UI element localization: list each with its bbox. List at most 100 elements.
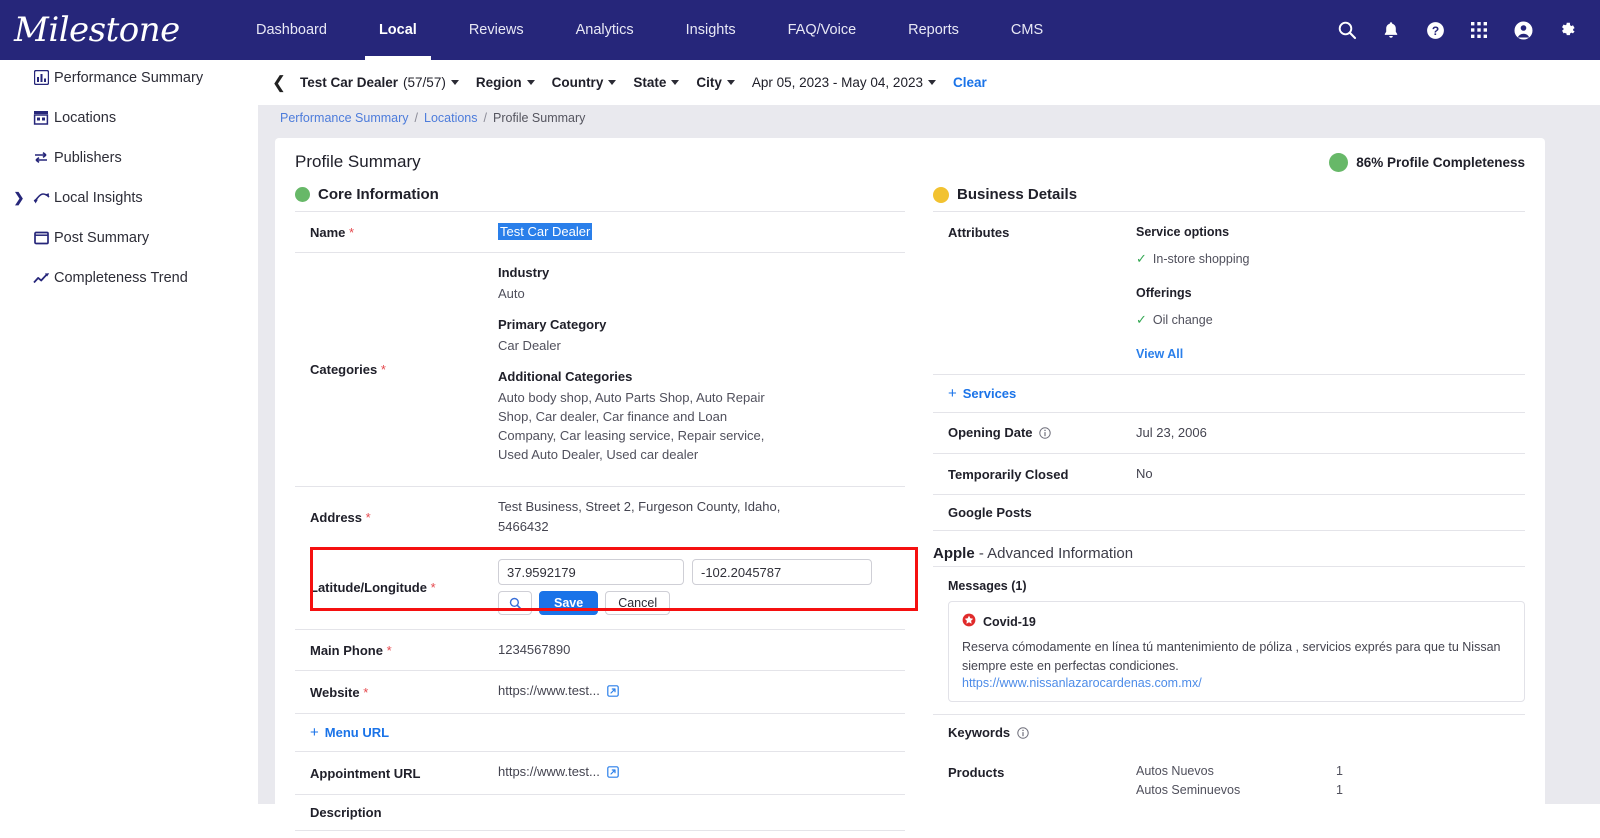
profile-completeness-badge: 86% Profile Completeness (1329, 152, 1525, 172)
core-information-title: Core Information (318, 186, 439, 203)
help-icon[interactable]: ? (1424, 19, 1446, 41)
info-icon[interactable] (1017, 727, 1029, 742)
filter-country-label: Country (551, 75, 604, 90)
attribute-item: ✓ Oil change (1136, 310, 1525, 330)
nav-tab-insights[interactable]: Insights (686, 0, 736, 60)
field-row-google-posts: Google Posts (933, 494, 1525, 530)
filter-bar: ❮ Test Car Dealer (57/57) Region Country… (258, 60, 1600, 105)
latlong-save-button[interactable]: Save (539, 591, 599, 615)
required-asterisk: * (359, 684, 369, 700)
field-value-categories: Industry Auto Primary Category Car Deale… (498, 263, 905, 476)
sidebar-item-post-summary[interactable]: Post Summary (0, 220, 258, 255)
industry-value: Auto (498, 286, 525, 301)
card-header: Profile Summary 86% Profile Completeness (275, 138, 1545, 172)
latitude-longitude-editor-wrapper: Latitude/Longitude * Save Cancel (295, 547, 918, 629)
product-count: 1 (1336, 764, 1343, 778)
product-name: Autos Seminuevos (1136, 783, 1241, 797)
sidebar-item-publishers[interactable]: Publishers (0, 140, 258, 175)
exchange-arrows-icon (28, 151, 54, 165)
longitude-input[interactable] (692, 559, 872, 585)
nav-tab-reports[interactable]: Reports (908, 0, 959, 60)
nav-tab-faq-voice[interactable]: FAQ/Voice (788, 0, 857, 60)
breadcrumb-link-performance-summary[interactable]: Performance Summary (280, 111, 409, 125)
plus-icon: + (310, 724, 319, 741)
sidebar-item-performance-summary[interactable]: Performance Summary (0, 60, 258, 95)
sidebar-item-locations[interactable]: Locations (0, 100, 258, 135)
filter-country-dropdown[interactable]: Country (552, 75, 617, 90)
add-services-label: Services (962, 386, 1017, 401)
covid-message-url[interactable]: https://www.nissanlazarocardenas.com.mx/ (962, 676, 1511, 690)
add-services-button[interactable]: + Services (933, 385, 1136, 402)
filter-date-range-label: Apr 05, 2023 - May 04, 2023 (751, 75, 923, 90)
filter-region-dropdown[interactable]: Region (476, 75, 535, 90)
field-label-google-posts: Google Posts (948, 505, 1032, 520)
collapse-sidebar-icon[interactable]: ❮ (264, 60, 294, 105)
field-label-address: Address * (310, 509, 371, 525)
primary-category-value: Car Dealer (498, 338, 561, 353)
latlong-cancel-button[interactable]: Cancel (605, 591, 671, 615)
external-link-icon[interactable] (606, 764, 619, 784)
required-asterisk: * (382, 642, 392, 658)
field-row-short-description: Short Description * Es una empresa conso… (295, 830, 905, 838)
latitude-input[interactable] (498, 559, 684, 585)
nav-tab-cms[interactable]: CMS (1011, 0, 1043, 60)
nav-tab-dashboard[interactable]: Dashboard (256, 0, 327, 60)
field-row-website: Website * https://www.test... (295, 670, 905, 713)
business-details-status-dot-icon (933, 186, 949, 203)
field-value-appointment-url: https://www.test... (498, 762, 905, 784)
core-information-header: Core Information (295, 186, 905, 203)
filter-state-dropdown[interactable]: State (633, 75, 680, 90)
messages-title: Messages (1) (948, 579, 1027, 593)
field-label-keywords: Keywords (933, 725, 1136, 742)
notification-bell-icon[interactable] (1380, 19, 1402, 41)
field-row-description: Description (295, 794, 905, 830)
filter-date-range-dropdown[interactable]: Apr 05, 2023 - May 04, 2023 (752, 75, 936, 90)
filter-city-dropdown[interactable]: City (696, 75, 735, 90)
two-column-layout: Core Information Name * Test Car Dealer … (275, 172, 1545, 838)
add-menu-url-button[interactable]: + Menu URL (295, 724, 498, 741)
sidebar-item-label: Local Insights (54, 189, 143, 206)
field-row-address: Address * Test Business, Street 2, Furge… (295, 486, 905, 547)
info-icon[interactable] (1039, 426, 1051, 442)
attribute-item-label: In-store shopping (1152, 252, 1250, 266)
filter-controls: Test Car Dealer (57/57) Region Country S… (300, 75, 987, 90)
top-nav-icon-group: ? (1336, 19, 1578, 41)
chevron-right-icon[interactable]: ❯ (10, 190, 28, 206)
filter-city-label: City (696, 75, 722, 90)
sidebar-item-local-insights[interactable]: ❯ Local Insights (0, 180, 258, 215)
attribute-item: ✓ In-store shopping (1136, 249, 1525, 269)
breadcrumb-link-locations[interactable]: Locations (424, 111, 478, 125)
attribute-group-heading: Offerings (1136, 286, 1192, 300)
sidebar-item-label: Post Summary (54, 229, 150, 246)
required-asterisk: * (377, 362, 386, 377)
apps-grid-icon[interactable] (1468, 19, 1490, 41)
account-icon[interactable] (1512, 19, 1534, 41)
field-row-name: Name * Test Car Dealer (295, 211, 905, 252)
search-icon[interactable] (1336, 19, 1358, 41)
settings-gear-icon[interactable] (1556, 19, 1578, 41)
chevron-down-icon (526, 80, 535, 85)
core-information-column: Core Information Name * Test Car Dealer … (295, 172, 918, 838)
sidebar-item-completeness-trend[interactable]: Completeness Trend (0, 260, 258, 295)
field-row-services: + Services (933, 374, 1525, 412)
svg-text:?: ? (1431, 24, 1438, 38)
chevron-down-icon (726, 80, 735, 85)
clear-filters-button[interactable]: Clear (953, 75, 987, 90)
field-value-website: https://www.test... (498, 681, 905, 703)
business-details-column: Business Details Attributes Service opti… (933, 172, 1525, 838)
latlong-search-icon[interactable] (498, 591, 532, 615)
view-all-attributes-link[interactable]: View All (1136, 344, 1525, 364)
nav-tab-analytics[interactable]: Analytics (576, 0, 634, 60)
nav-tab-reviews[interactable]: Reviews (469, 0, 524, 60)
name-selected-text[interactable]: Test Car Dealer (498, 223, 593, 240)
check-icon: ✓ (1136, 251, 1147, 266)
filter-account-dropdown[interactable]: Test Car Dealer (57/57) (300, 75, 459, 90)
external-link-icon[interactable] (606, 683, 619, 703)
field-value-products: Autos Nuevos Autos Seminuevos 1 1 (1136, 762, 1525, 800)
field-value-name[interactable]: Test Car Dealer (498, 222, 905, 242)
covid-alert-icon (962, 613, 976, 630)
filter-account-count: (57/57) (403, 75, 446, 90)
latlong-input-group (498, 559, 905, 585)
filter-region-label: Region (475, 75, 522, 90)
nav-tab-local[interactable]: Local (364, 0, 431, 60)
